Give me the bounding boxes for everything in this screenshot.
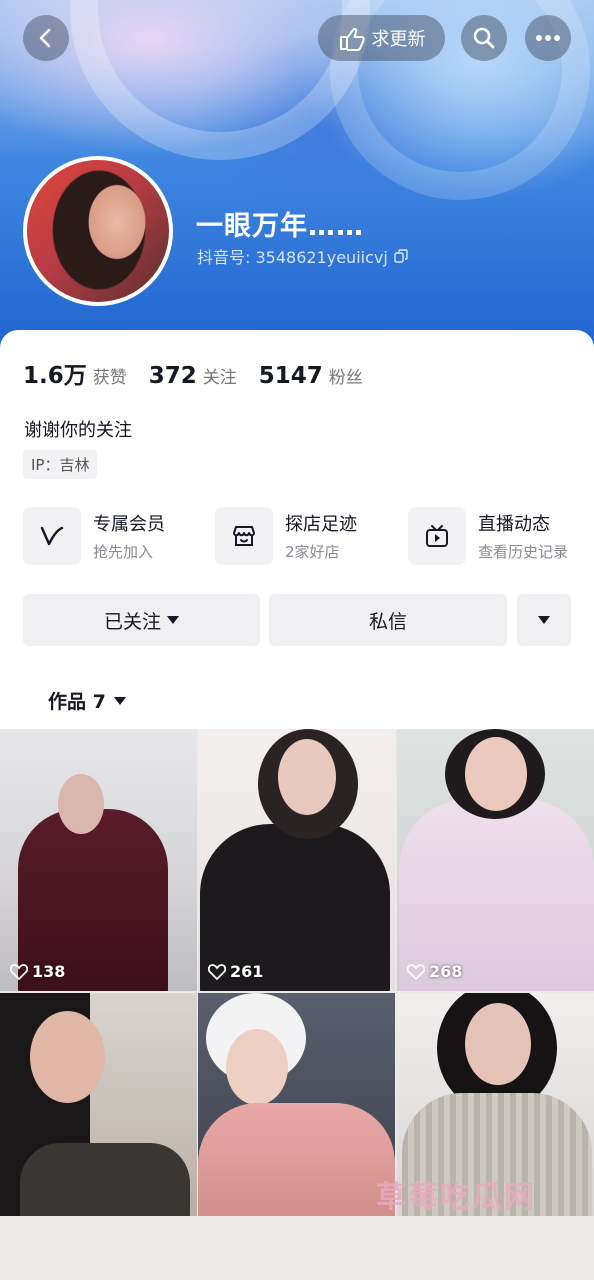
request-update-button[interactable]: 求更新 [318,15,445,61]
like-count: 261 [208,962,263,981]
caret-down-icon [538,616,550,624]
back-button[interactable] [23,15,69,61]
more-dots-icon [536,35,560,41]
feature-entries: 专属会员 抢先加入 探店足迹 2家好店 直播动态 查看历史记录 [23,507,583,565]
feature-subtitle: 抢先加入 [93,543,154,561]
like-count: 268 [407,962,462,981]
thumbnail-face [465,737,527,811]
stat-likes: 1.6万 获赞 [23,356,127,390]
feature-member[interactable]: 专属会员 抢先加入 [23,507,165,565]
more-button[interactable] [525,15,571,61]
feature-icon-box [215,507,273,565]
video-thumbnail[interactable]: 261 [198,729,395,991]
profile-stats: 1.6万 获赞 372 关注 5147 粉丝 [23,356,363,390]
shop-icon [233,526,255,546]
feature-icon-box [408,507,466,565]
feature-subtitle: 查看历史记录 [478,543,569,561]
like-count-text: 261 [230,962,264,981]
stat-label: 获赞 [92,368,127,388]
bottom-bar [0,1216,594,1280]
feature-icon-box [23,507,81,565]
feature-title: 探店足迹 [285,514,357,535]
thumbnail-face [58,774,104,834]
video-thumbnail[interactable]: 138 [0,729,197,991]
caret-down-icon [167,616,179,624]
recommend-dropdown-button[interactable] [517,594,571,646]
video-thumbnail[interactable]: 268 [397,729,594,991]
heart-icon [208,963,226,980]
stat-followers[interactable]: 5147 粉丝 [259,363,363,389]
like-count-text: 138 [32,962,66,981]
profile-info-card: 1.6万 获赞 372 关注 5147 粉丝 谢谢你的关注 IP：吉林 专属会员… [0,330,594,730]
tab-works[interactable]: 作品 7 [48,687,126,714]
like-count-text: 268 [429,962,463,981]
thumbnail-face [278,739,336,815]
thumbnail-face [465,1003,531,1085]
video-thumbnail[interactable] [0,993,197,1216]
works-tab-label: 作品 7 [48,691,106,713]
ip-location-tag: IP：吉林 [23,450,98,479]
stat-number: 5147 [258,363,323,389]
pointing-hand-icon [339,27,365,51]
followed-button[interactable]: 已关注 [23,594,260,646]
like-count: 138 [10,962,65,981]
feature-title: 直播动态 [478,514,550,535]
profile-nickname: 一眼万年…… [196,211,364,242]
message-button[interactable]: 私信 [269,594,507,646]
search-icon [473,27,495,49]
feature-subtitle: 2家好店 [285,543,340,561]
heart-icon [407,963,425,980]
watermark: 草莓吃瓜网 [376,1180,536,1215]
live-tv-icon [426,525,448,547]
heart-icon [10,963,28,980]
douyin-id-text: 抖音号: 3548621yeuiicvj [197,248,388,267]
message-label: 私信 [368,610,407,633]
video-thumbnail[interactable] [198,993,395,1216]
avatar[interactable] [23,156,173,306]
thumbnail-figure [20,1143,190,1216]
douyin-id[interactable]: 抖音号: 3548621yeuiicvj [197,244,408,268]
profile-bio: 谢谢你的关注 [24,420,132,441]
thumbnail-face [30,1011,105,1103]
search-button[interactable] [461,15,507,61]
feature-title: 专属会员 [93,514,165,535]
stat-number: 372 [148,363,197,389]
v-member-icon [40,526,64,546]
followed-label: 已关注 [103,610,161,633]
stat-number: 1.6万 [23,363,87,389]
copy-icon [394,249,408,263]
request-update-label: 求更新 [371,29,426,50]
feature-live-history[interactable]: 直播动态 查看历史记录 [408,507,568,565]
caret-down-icon [113,696,126,705]
stat-label: 粉丝 [328,368,363,388]
thumbnail-figure [198,1103,395,1216]
feature-shop-visits[interactable]: 探店足迹 2家好店 [215,507,357,565]
stat-following[interactable]: 372 关注 [149,363,237,389]
chevron-left-icon [39,28,51,48]
stat-label: 关注 [202,368,237,388]
thumbnail-face [226,1029,288,1105]
